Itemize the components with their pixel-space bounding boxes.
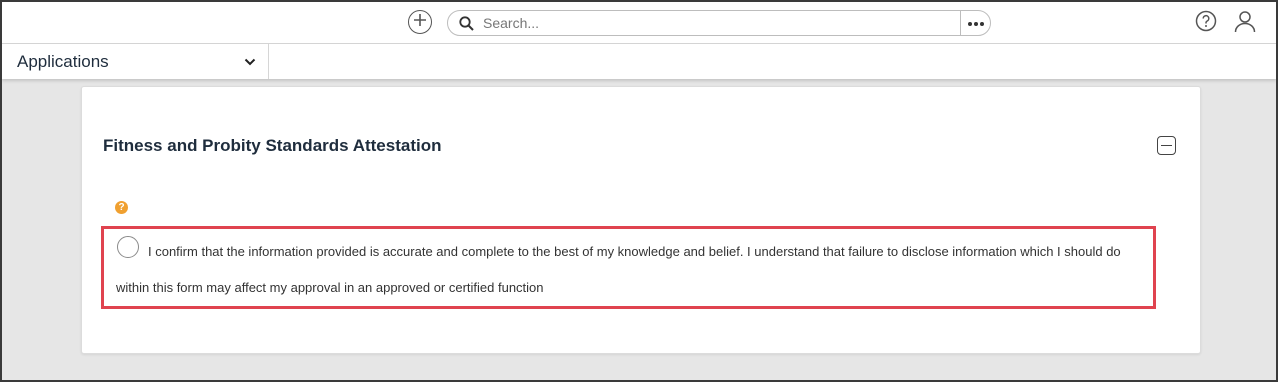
search-bar <box>447 10 991 36</box>
section-title: Fitness and Probity Standards Attestatio… <box>103 136 442 155</box>
chevron-down-icon <box>244 58 256 66</box>
plus-circle-icon <box>413 13 427 32</box>
ellipsis-icon <box>967 14 985 32</box>
minus-square-icon <box>1161 144 1172 147</box>
collapse-section-button[interactable] <box>1157 136 1176 155</box>
help-badge-icon[interactable]: ? <box>115 201 128 214</box>
attestation-text: I confirm that the information provided … <box>116 244 1121 295</box>
add-button[interactable] <box>408 10 432 34</box>
app-window: Applications Fitness and Probity Standar… <box>0 0 1278 382</box>
top-bar <box>2 2 1276 44</box>
search-input[interactable] <box>483 12 960 34</box>
search-options-button[interactable] <box>960 11 990 35</box>
question-circle-icon <box>1195 10 1217 37</box>
nav-bar: Applications <box>2 44 1276 79</box>
user-icon <box>1233 9 1257 38</box>
applications-label: Applications <box>17 51 109 71</box>
help-button[interactable] <box>1194 10 1218 37</box>
attestation-card: Fitness and Probity Standards Attestatio… <box>81 86 1201 354</box>
user-menu-button[interactable] <box>1232 10 1258 36</box>
applications-dropdown[interactable]: Applications <box>2 44 269 79</box>
search-icon <box>459 14 477 32</box>
attestation-highlight: I confirm that the information provided … <box>101 226 1156 309</box>
